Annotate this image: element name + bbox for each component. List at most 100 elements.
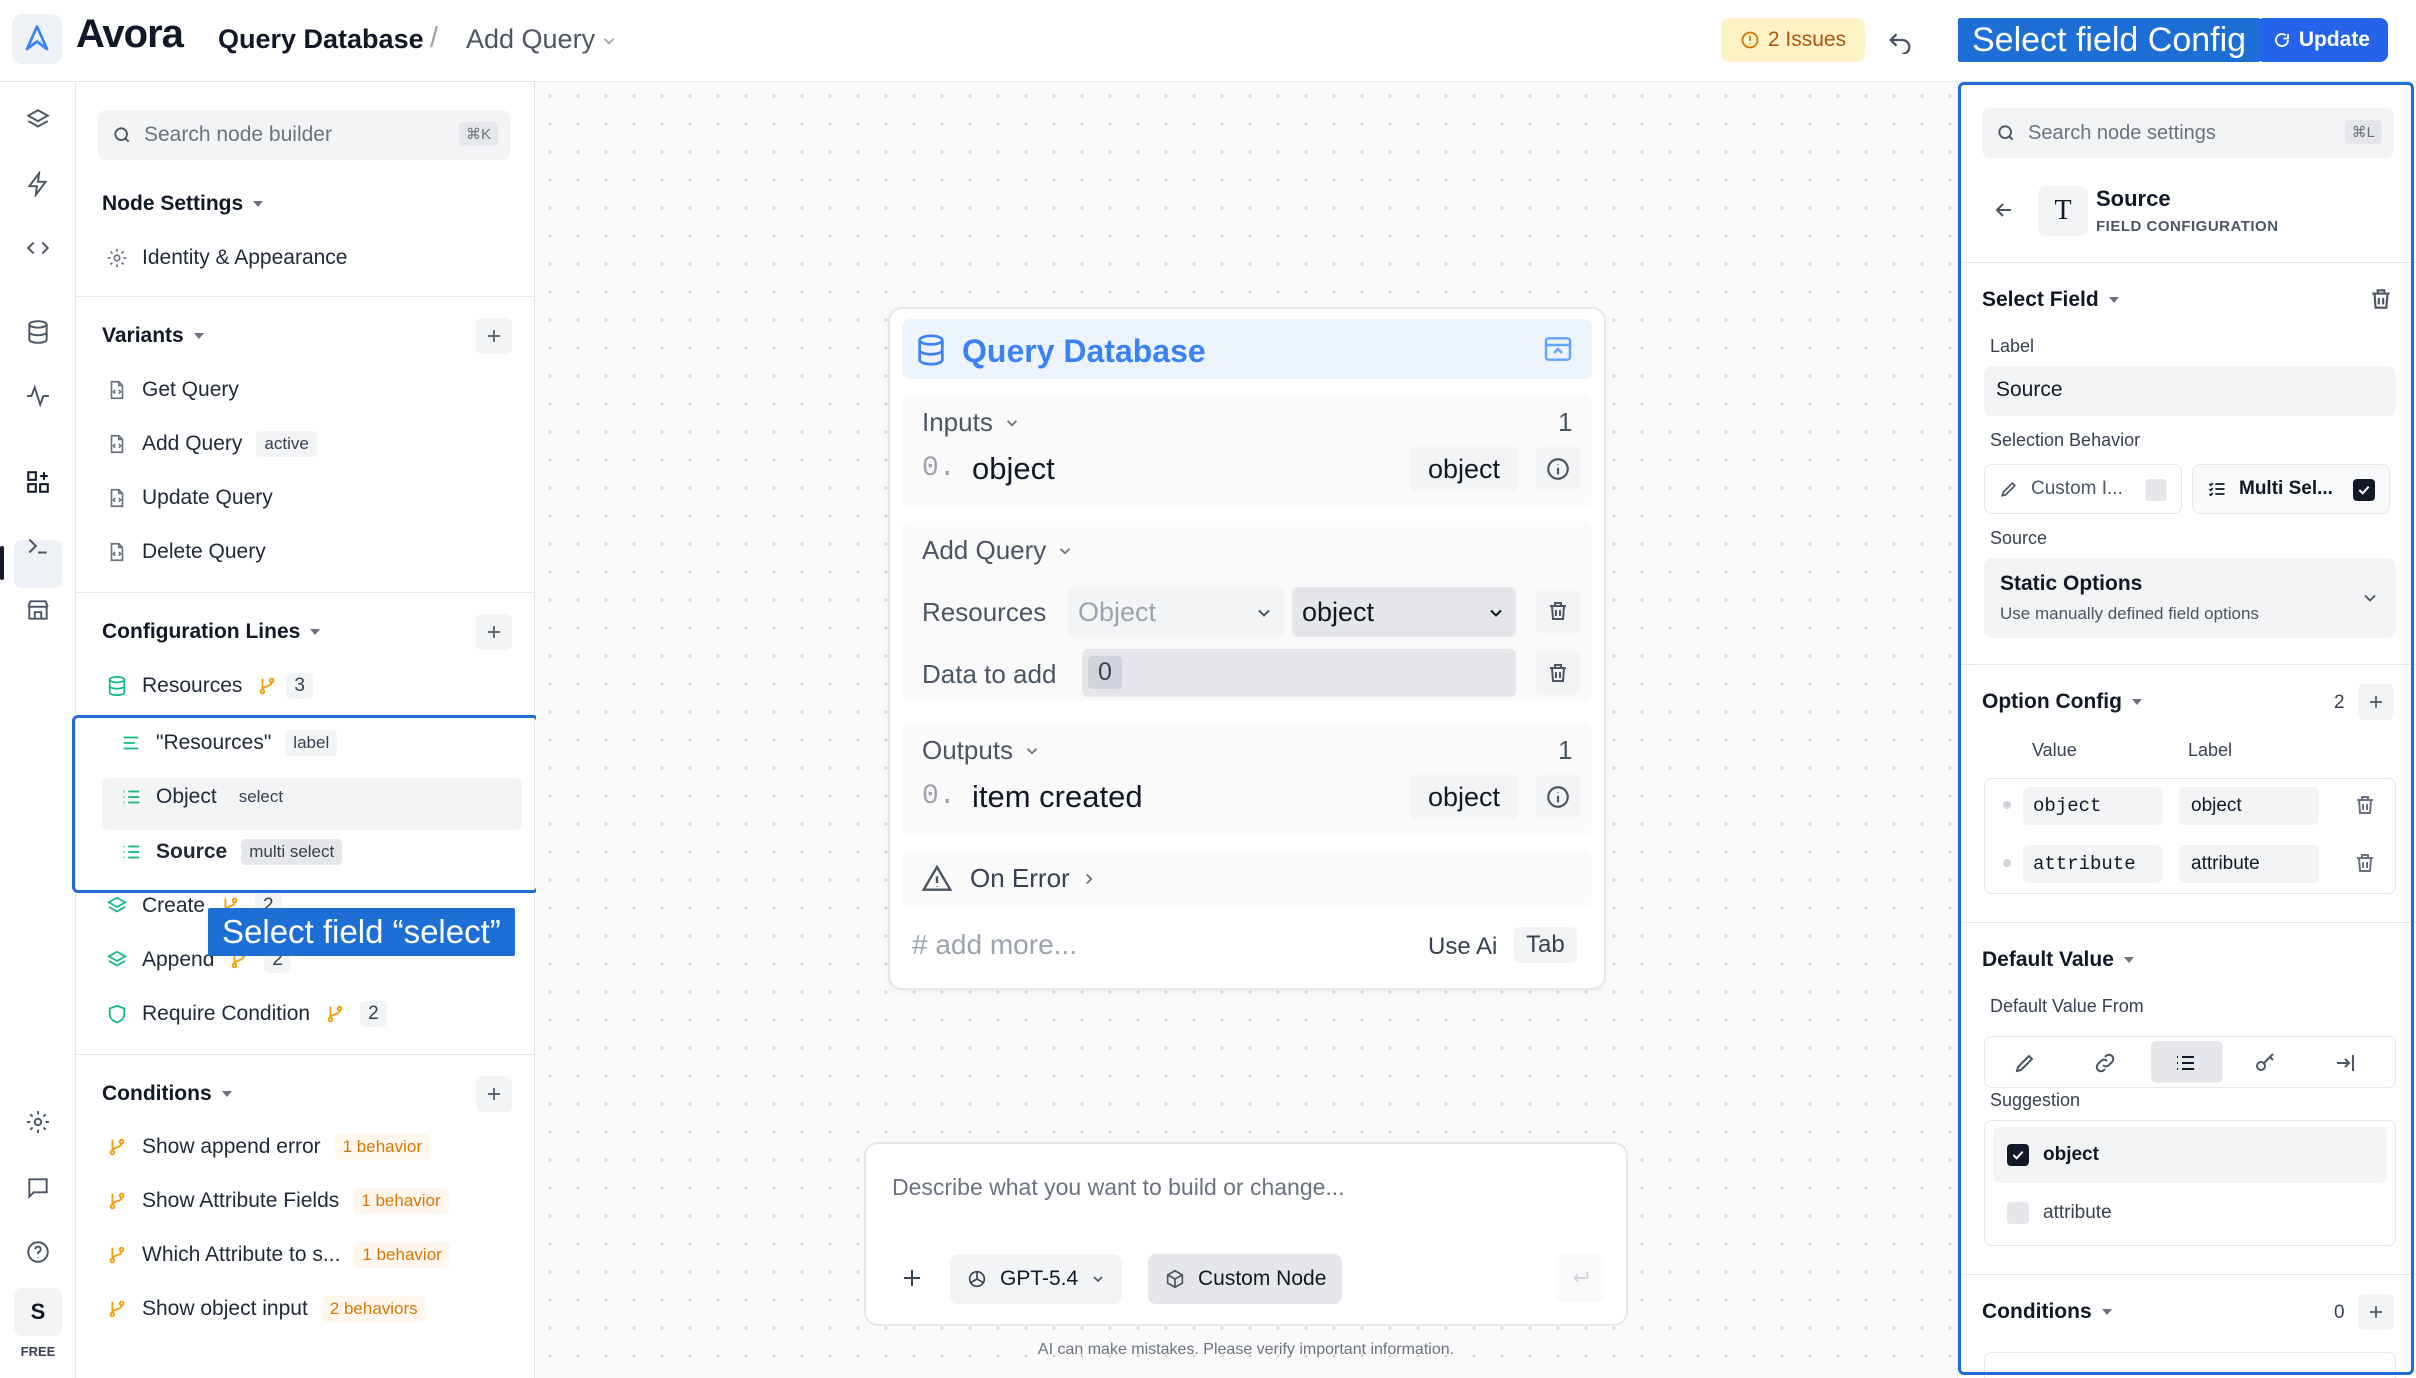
sign-in-icon[interactable]: [2333, 1051, 2357, 1075]
section-default-value[interactable]: Default Value: [1982, 948, 2134, 972]
database-icon: [918, 334, 944, 366]
chevron-down-icon[interactable]: [600, 32, 618, 50]
variant-add-query[interactable]: Add Query active: [106, 426, 317, 462]
condition-item[interactable]: Show append error 1 behavior: [106, 1129, 431, 1165]
add-option-button[interactable]: [2358, 684, 2394, 720]
link-icon[interactable]: [2093, 1051, 2117, 1075]
node-builder-icon[interactable]: [22, 466, 54, 498]
section-option-config[interactable]: Option Config: [1982, 690, 2142, 714]
option-value-input[interactable]: object: [2023, 787, 2163, 825]
divider: [76, 1054, 535, 1055]
condition-label: Which Attribute to s...: [142, 1243, 341, 1266]
multi-select-option[interactable]: Multi Sel...: [2192, 464, 2390, 514]
custom-node-mode[interactable]: Custom Node: [1148, 1254, 1343, 1304]
output-type-badge[interactable]: object: [1410, 775, 1519, 819]
trash-icon[interactable]: [2353, 793, 2377, 817]
output-info-button[interactable]: [1536, 775, 1580, 819]
inputs-section: Inputs 1 0. object object: [902, 395, 1592, 507]
drag-handle-icon[interactable]: [2003, 859, 2011, 867]
database-icon[interactable]: [22, 316, 54, 348]
collapse-icon[interactable]: [1542, 333, 1574, 365]
activity-icon[interactable]: [22, 380, 54, 412]
variant-delete-query[interactable]: Delete Query: [106, 534, 266, 570]
custom-input-checkbox[interactable]: [2145, 479, 2167, 501]
search-shortcut: ⌘L: [2344, 120, 2382, 144]
multi-select-checkbox[interactable]: [2353, 479, 2375, 501]
node-builder-search[interactable]: Search node builder ⌘K: [98, 110, 510, 160]
node-settings-search[interactable]: Search node settings ⌘L: [1982, 108, 2394, 158]
back-arrow-icon[interactable]: [1992, 198, 2016, 222]
plus-icon[interactable]: [900, 1266, 924, 1290]
identity-appearance-item[interactable]: Identity & Appearance: [106, 240, 347, 276]
data-to-add-label: Data to add: [922, 659, 1057, 689]
variant-get-query[interactable]: Get Query: [106, 372, 239, 408]
section-select-field[interactable]: Select Field: [1982, 288, 2119, 312]
send-button[interactable]: [1556, 1254, 1604, 1302]
condition-item[interactable]: Show object input 2 behaviors: [106, 1291, 426, 1327]
condition-item[interactable]: Which Attribute to s... 1 behavior: [106, 1237, 450, 1273]
section-conditions[interactable]: Conditions: [102, 1082, 232, 1106]
drag-handle-icon[interactable]: [2003, 801, 2011, 809]
list-icon[interactable]: [2173, 1051, 2197, 1075]
add-condition-button[interactable]: [2358, 1294, 2394, 1330]
avatar[interactable]: S: [14, 1288, 62, 1336]
info-icon: [1547, 458, 1569, 480]
section-node-settings[interactable]: Node Settings: [102, 192, 264, 216]
label-input[interactable]: Source: [1984, 366, 2396, 416]
suggestion-item[interactable]: object: [1993, 1127, 2387, 1183]
add-variant-button[interactable]: [476, 318, 512, 354]
divider: [1958, 664, 2416, 665]
option-label-input[interactable]: object: [2179, 787, 2319, 825]
input-type-badge[interactable]: object: [1410, 447, 1519, 491]
store-icon[interactable]: [22, 594, 54, 626]
section-title: Variants: [102, 324, 184, 347]
prompt-input[interactable]: Describe what you want to build or chang…: [892, 1174, 1345, 1201]
layers-icon[interactable]: [22, 104, 54, 136]
section-conditions[interactable]: Conditions: [1982, 1300, 2112, 1324]
variant-toggle[interactable]: Add Query: [922, 535, 1074, 566]
node-card[interactable]: Query Database Inputs 1 0. object object…: [888, 307, 1606, 990]
variant-update-query[interactable]: Update Query: [106, 480, 273, 516]
custom-input-option[interactable]: Custom I...: [1984, 464, 2182, 514]
source-select[interactable]: Static Options Use manually defined fiel…: [1984, 558, 2396, 638]
resources-object-select[interactable]: Object: [1068, 587, 1284, 637]
pencil-icon[interactable]: [2013, 1051, 2037, 1075]
on-error-section[interactable]: On Error: [902, 851, 1592, 907]
undo-icon[interactable]: [1886, 26, 1914, 54]
trash-icon[interactable]: [2368, 286, 2394, 312]
delete-resources-button[interactable]: [1536, 589, 1580, 633]
suggestion-checkbox[interactable]: [2007, 1202, 2029, 1224]
delete-data-button[interactable]: [1536, 651, 1580, 695]
suggestion-checkbox[interactable]: [2007, 1144, 2029, 1166]
input-info-button[interactable]: [1536, 447, 1580, 491]
option-value-input[interactable]: attribute: [2023, 845, 2163, 883]
section-configuration-lines[interactable]: Configuration Lines: [102, 620, 321, 644]
inputs-toggle[interactable]: Inputs: [922, 407, 1021, 438]
condition-item[interactable]: Show Attribute Fields 1 behavior: [106, 1183, 449, 1219]
breadcrumb-node[interactable]: Query Database: [218, 24, 424, 55]
data-to-add-input[interactable]: 0: [1082, 649, 1516, 697]
lightning-icon[interactable]: [22, 168, 54, 200]
model-select[interactable]: GPT-5.4: [950, 1254, 1123, 1304]
message-icon[interactable]: [22, 1172, 54, 1204]
add-condition-button[interactable]: [476, 1076, 512, 1112]
update-button[interactable]: Update: [2256, 18, 2388, 62]
section-variants[interactable]: Variants: [102, 324, 204, 348]
outputs-toggle[interactable]: Outputs: [922, 735, 1041, 766]
settings-icon[interactable]: [22, 1106, 54, 1138]
option-label-input[interactable]: attribute: [2179, 845, 2319, 883]
breadcrumb-variant[interactable]: Add Query: [466, 24, 595, 55]
add-more-input[interactable]: # add more...: [912, 929, 1077, 961]
code-icon[interactable]: [22, 232, 54, 264]
issues-button[interactable]: 2 Issues: [1721, 18, 1865, 62]
suggestion-item[interactable]: attribute: [1993, 1185, 2387, 1241]
config-line-resources[interactable]: Resources 3: [106, 668, 313, 704]
terminal-icon[interactable]: [22, 530, 54, 562]
help-icon[interactable]: [22, 1236, 54, 1268]
add-configuration-line-button[interactable]: [476, 614, 512, 650]
config-line-require-condition[interactable]: Require Condition 2: [106, 996, 387, 1032]
trash-icon[interactable]: [2353, 851, 2377, 875]
key-icon[interactable]: [2253, 1051, 2277, 1075]
logo[interactable]: [12, 14, 62, 64]
resources-value-select[interactable]: object: [1292, 587, 1516, 637]
